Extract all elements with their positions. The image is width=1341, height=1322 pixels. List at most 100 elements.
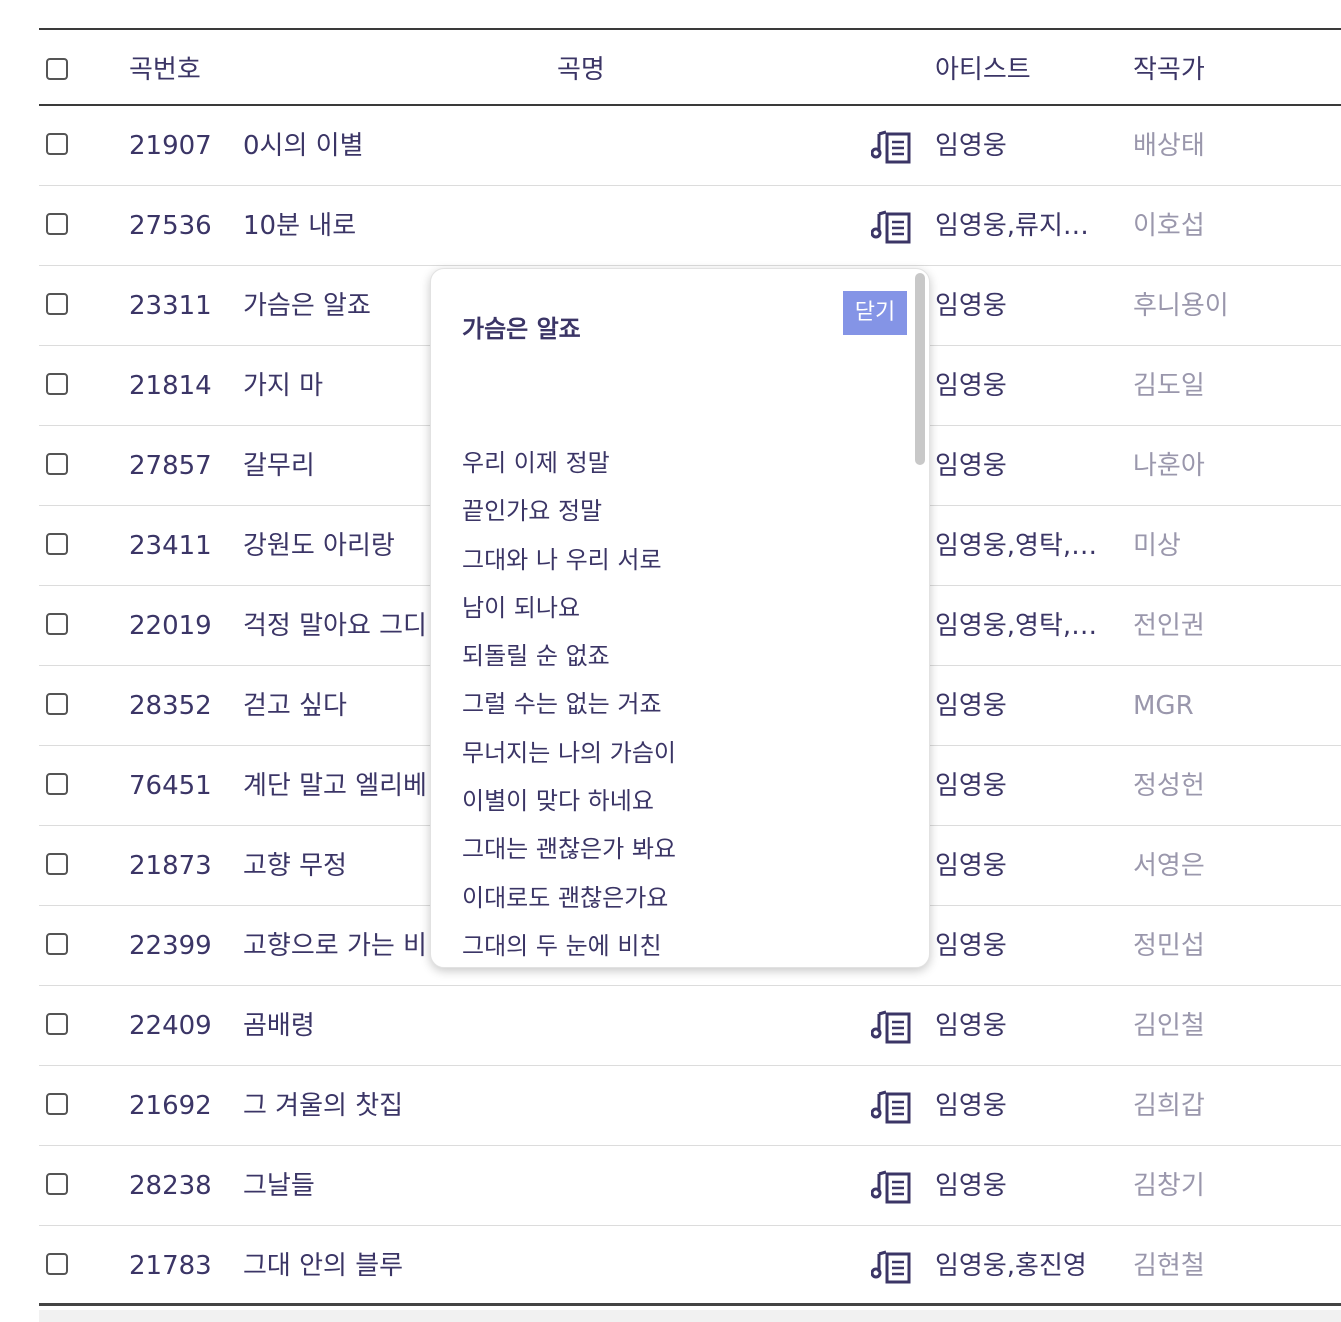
song-title[interactable]: 고향으로 가는 비 [243, 931, 427, 961]
song-number: 23311 [129, 291, 212, 321]
song-artist: 임영웅,홍진영 [935, 1251, 1087, 1281]
song-number: 27536 [129, 211, 212, 241]
song-composer: 서영은 [1133, 851, 1205, 881]
song-artist: 임영웅 [935, 291, 1007, 321]
header-title: 곡명 [557, 55, 605, 85]
song-title[interactable]: 가슴은 알죠 [243, 291, 371, 321]
music-lyrics-icon[interactable] [871, 1088, 915, 1126]
song-title[interactable]: 곰배령 [243, 1011, 315, 1041]
song-title[interactable]: 그 겨울의 찻집 [243, 1091, 403, 1121]
table-row[interactable]: 21783 그대 안의 블루 임영웅,홍진영 김현철 [39, 1226, 1341, 1306]
song-composer: 나훈아 [1133, 451, 1205, 481]
row-checkbox[interactable] [46, 453, 68, 475]
song-artist: 임영웅,영탁,… [935, 531, 1098, 561]
table-row[interactable]: 22409 곰배령 임영웅 김인철 [39, 986, 1341, 1066]
row-checkbox[interactable] [46, 693, 68, 715]
popup-scrollbar-thumb[interactable] [915, 273, 925, 465]
song-composer: 후니용이 [1133, 291, 1229, 321]
song-title[interactable]: 가지 마 [243, 371, 323, 401]
row-checkbox[interactable] [46, 853, 68, 875]
select-all-checkbox[interactable] [46, 58, 68, 80]
song-artist: 임영웅 [935, 451, 1007, 481]
song-artist: 임영웅 [935, 691, 1007, 721]
header-number: 곡번호 [129, 55, 201, 85]
lyric-line: 우리 이제 정말 [462, 449, 610, 477]
song-title[interactable]: 그대 안의 블루 [243, 1251, 403, 1281]
close-button[interactable]: 닫기 [843, 291, 907, 335]
table-header: 곡번호 곡명 아티스트 작곡가 [39, 28, 1341, 106]
song-artist: 임영웅,영탁,… [935, 611, 1098, 641]
lyric-line: 끝인가요 정말 [462, 497, 603, 526]
row-checkbox[interactable] [46, 533, 68, 555]
song-composer: 이호섭 [1133, 211, 1205, 241]
song-number: 21814 [129, 371, 212, 401]
row-checkbox[interactable] [46, 933, 68, 955]
footer-strip [39, 1310, 1341, 1322]
music-lyrics-icon[interactable] [871, 1008, 915, 1046]
music-lyrics-icon[interactable] [871, 128, 915, 166]
song-composer: 정민섭 [1133, 931, 1205, 961]
song-title[interactable]: 갈무리 [243, 451, 315, 481]
row-checkbox[interactable] [46, 1173, 68, 1195]
song-title[interactable]: 10분 내로 [243, 211, 356, 241]
song-artist: 임영웅 [935, 371, 1007, 401]
song-number: 21783 [129, 1251, 212, 1281]
row-checkbox[interactable] [46, 373, 68, 395]
row-checkbox[interactable] [46, 213, 68, 235]
popup-title: 가슴은 알죠 [462, 315, 581, 343]
row-checkbox[interactable] [46, 1253, 68, 1275]
song-number: 27857 [129, 451, 212, 481]
row-checkbox[interactable] [46, 133, 68, 155]
song-artist: 임영웅 [935, 131, 1007, 161]
song-composer: MGR [1133, 691, 1194, 721]
song-composer: 미상 [1133, 531, 1181, 561]
lyric-line: 남이 되나요 [462, 593, 581, 622]
song-number: 23411 [129, 531, 212, 561]
song-title[interactable]: 걱정 말아요 그디 [243, 611, 427, 641]
lyric-line: 무너지는 나의 가슴이 [462, 738, 676, 767]
song-artist: 임영웅 [935, 1171, 1007, 1201]
song-composer: 정성헌 [1133, 771, 1205, 801]
song-title[interactable]: 걷고 싶다 [243, 691, 347, 721]
row-checkbox[interactable] [46, 1013, 68, 1035]
song-title[interactable]: 0시의 이별 [243, 131, 364, 161]
song-artist: 임영웅 [935, 1011, 1007, 1041]
lyric-line: 그럴 수는 없는 거죠 [462, 690, 662, 719]
lyric-line: 그대와 나 우리 서로 [462, 545, 662, 574]
music-lyrics-icon[interactable] [871, 1168, 915, 1206]
lyrics-popup: 가슴은 알죠 닫기 우리 이제 정말끝인가요 정말그대와 나 우리 서로남이 되… [430, 268, 930, 968]
song-number: 22409 [129, 1011, 212, 1041]
row-checkbox[interactable] [46, 613, 68, 635]
song-title[interactable]: 계단 말고 엘리베 [243, 771, 427, 801]
song-composer: 배상태 [1133, 131, 1205, 161]
song-composer: 김인철 [1133, 1011, 1205, 1041]
lyric-line: 그대는 괜찮은가 봐요 [462, 835, 676, 864]
header-composer: 작곡가 [1133, 55, 1205, 85]
song-number: 76451 [129, 771, 212, 801]
row-checkbox[interactable] [46, 773, 68, 795]
song-artist: 임영웅 [935, 931, 1007, 961]
song-title[interactable]: 그날들 [243, 1171, 315, 1201]
table-row[interactable]: 21692 그 겨울의 찻집 임영웅 김희갑 [39, 1066, 1341, 1146]
song-title[interactable]: 강원도 아리랑 [243, 531, 395, 561]
song-number: 22019 [129, 611, 212, 641]
song-number: 21692 [129, 1091, 212, 1121]
table-row[interactable]: 21907 0시의 이별 임영웅 배상태 [39, 106, 1341, 186]
lyric-line: 이별이 맞다 하네요 [462, 787, 654, 816]
music-lyrics-icon[interactable] [871, 208, 915, 246]
song-composer: 김창기 [1133, 1171, 1205, 1201]
row-checkbox[interactable] [46, 293, 68, 315]
song-artist: 임영웅 [935, 1091, 1007, 1121]
row-checkbox[interactable] [46, 1093, 68, 1115]
song-artist: 임영웅 [935, 851, 1007, 881]
song-artist: 임영웅 [935, 771, 1007, 801]
song-artist: 임영웅,류지… [935, 211, 1089, 241]
header-artist: 아티스트 [935, 55, 1031, 85]
music-lyrics-icon[interactable] [871, 1248, 915, 1286]
table-row[interactable]: 28238 그날들 임영웅 김창기 [39, 1146, 1341, 1226]
song-number: 21873 [129, 851, 212, 881]
song-composer: 김희갑 [1133, 1091, 1205, 1121]
song-title[interactable]: 고향 무정 [243, 851, 347, 881]
table-row[interactable]: 27536 10분 내로 임영웅,류지… 이호섭 [39, 186, 1341, 266]
song-composer: 김현철 [1133, 1251, 1205, 1281]
